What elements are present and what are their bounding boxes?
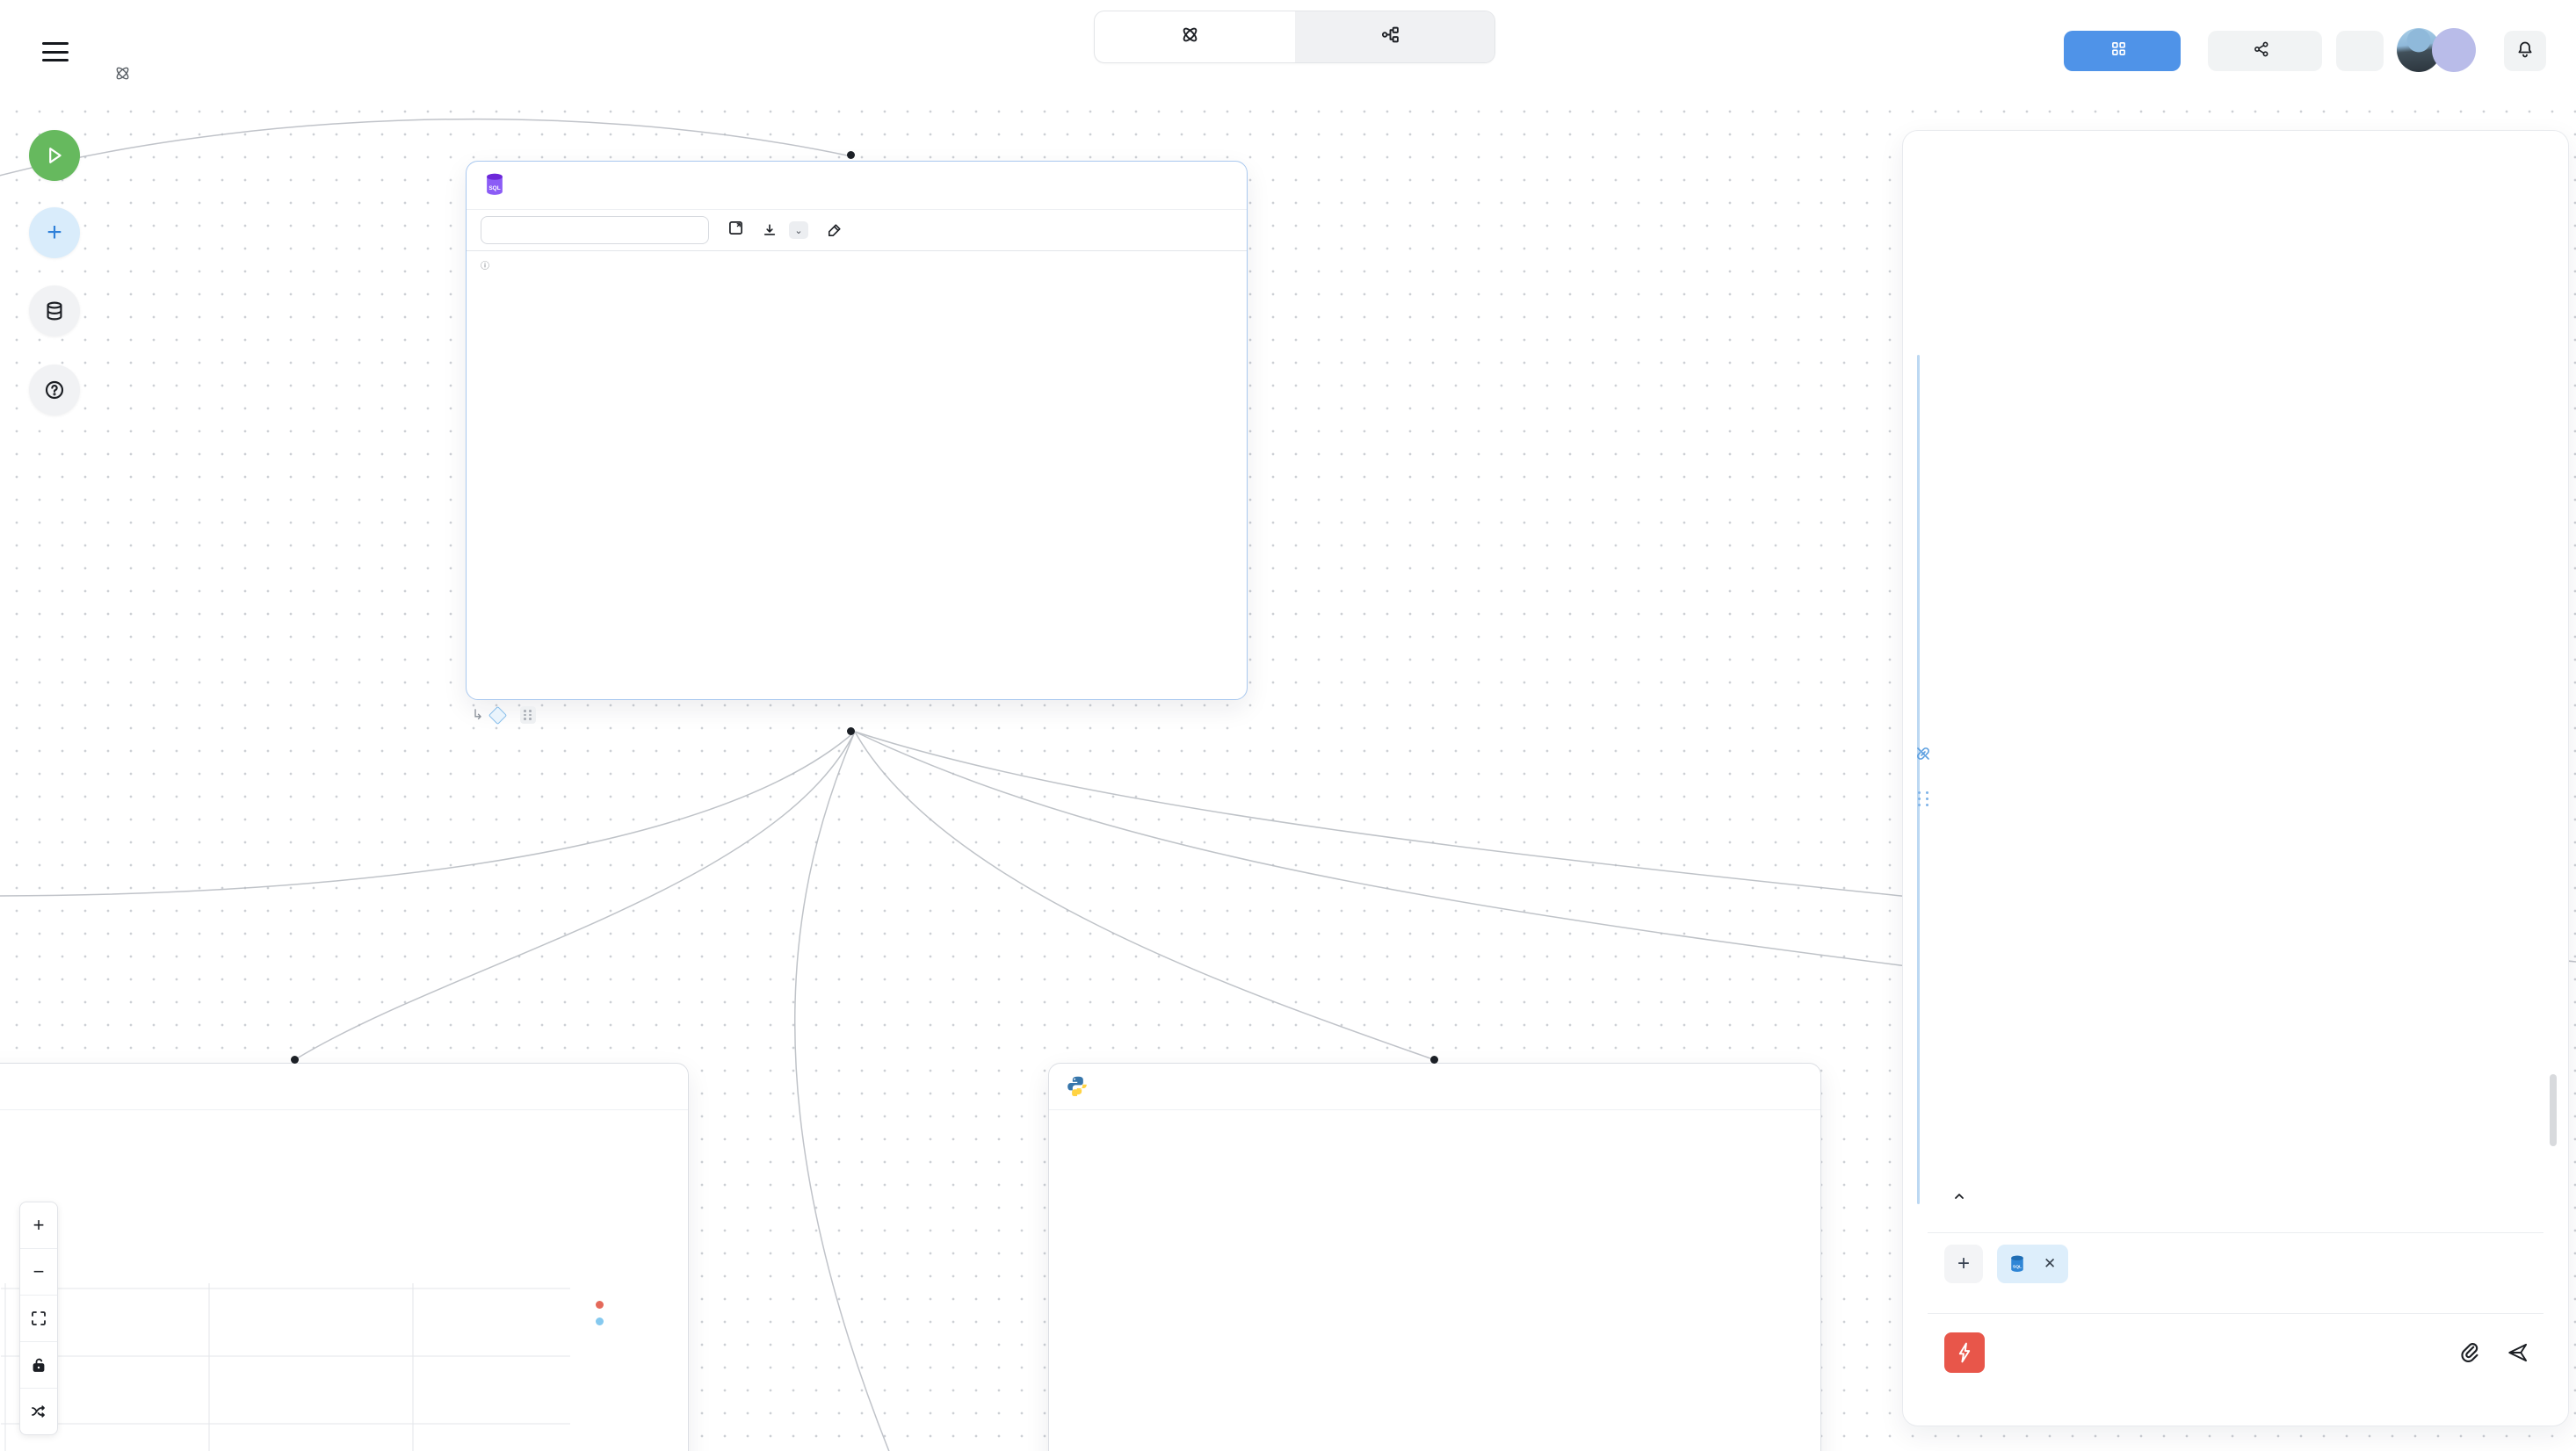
fabi-logo [1944, 1332, 1985, 1373]
node-campaign-roi[interactable] [0, 1063, 689, 1451]
add-node-button[interactable]: + [29, 207, 80, 258]
shuffle-icon [31, 1404, 47, 1419]
avatar[interactable] [2432, 28, 2476, 72]
shuffle-layout-button[interactable] [20, 1389, 57, 1434]
ai-chat-panel: + SQL ✕ [1902, 130, 2569, 1426]
fullscreen-icon [31, 1310, 47, 1326]
drag-handle[interactable] [520, 706, 536, 724]
chevron-up-icon [1953, 1190, 1965, 1202]
attachment-icon[interactable] [2459, 1341, 2480, 1368]
send-button[interactable] [2507, 1341, 2529, 1369]
chart-legend[interactable] [571, 1290, 612, 1334]
remove-context-icon[interactable]: ✕ [2044, 1255, 2056, 1273]
output-arrow-icon: ↳ [472, 706, 483, 724]
input-connector-platform-node[interactable] [1430, 1056, 1438, 1064]
mode-toggle [1094, 11, 1495, 63]
expand-table-icon[interactable] [728, 220, 743, 240]
input-connector-cleaned-data[interactable] [847, 151, 855, 159]
dataframe-diamond-icon [488, 705, 507, 724]
export-chevron[interactable]: ⌄ [789, 221, 808, 239]
more-options-button[interactable] [2336, 31, 2384, 71]
export-button[interactable]: ⌄ [763, 221, 808, 239]
message-accent-bar [1917, 355, 1920, 1204]
input-connector-campaign-roi[interactable] [291, 1056, 299, 1064]
question-icon [44, 379, 65, 401]
legend-item-false[interactable] [571, 1317, 612, 1325]
atom-icon [1181, 25, 1199, 48]
node-cleaned-data[interactable]: SQL ⌄ ⓘ [466, 161, 1248, 700]
format-button[interactable] [828, 223, 848, 237]
sql-table-icon: SQL [2009, 1255, 2025, 1273]
play-icon [44, 145, 65, 166]
app-window: + SQL ⌄ [0, 0, 2576, 1451]
share-icon [2254, 41, 2269, 61]
menu-icon[interactable] [42, 42, 69, 65]
plus-icon: + [1957, 1252, 1970, 1276]
run-all-button[interactable] [29, 130, 80, 181]
sql-icon: SQL [484, 173, 505, 200]
search-table-columns-input[interactable] [481, 216, 709, 244]
data-sources-button[interactable] [29, 285, 80, 336]
python-icon [1067, 1075, 1088, 1101]
tab-smartbook[interactable] [1095, 11, 1295, 62]
context-chip-cleaned-data[interactable]: SQL ✕ [1997, 1245, 2068, 1283]
lock-button[interactable] [20, 1342, 57, 1389]
publish-button[interactable] [2064, 31, 2181, 71]
notifications-button[interactable] [2504, 31, 2546, 71]
panel-scrollbar[interactable] [2550, 1074, 2557, 1146]
canvas-zoom-toolbar: + − [19, 1202, 58, 1435]
scatter-plot[interactable] [1, 1283, 570, 1451]
tab-workflow[interactable] [1295, 11, 1495, 62]
output-connector-cleaned-data[interactable] [847, 727, 855, 735]
publish-grid-icon [2111, 41, 2126, 61]
svg-text:SQL: SQL [488, 185, 500, 191]
svg-text:SQL: SQL [2013, 1265, 2022, 1270]
zoom-in-button[interactable]: + [20, 1202, 57, 1249]
legend-dot-true [596, 1301, 604, 1309]
top-header [0, 0, 2576, 95]
add-context-button[interactable]: + [1944, 1245, 1983, 1283]
smartbook-atom-icon [114, 65, 131, 86]
unlock-icon [31, 1357, 47, 1373]
plus-icon: + [33, 1214, 45, 1237]
record-count: ⓘ [481, 258, 489, 278]
dataframe2-output-chip[interactable]: ↳ [472, 706, 536, 724]
python-code-editor[interactable] [1049, 1110, 1820, 1117]
legend-item-true[interactable] [571, 1301, 612, 1309]
legend-dot-false [596, 1317, 604, 1325]
fit-view-button[interactable] [20, 1296, 57, 1342]
unlink-icon[interactable] [1915, 746, 1931, 767]
database-icon [44, 300, 65, 321]
download-icon [763, 223, 777, 237]
workflow-graph-icon [1381, 25, 1400, 48]
help-button[interactable] [29, 365, 80, 415]
bell-icon [2516, 40, 2534, 62]
model-selector[interactable] [1944, 1190, 1965, 1202]
node-platform-performance-comparison[interactable] [1048, 1063, 1821, 1451]
share-button[interactable] [2208, 31, 2322, 71]
message-drag-handle[interactable] [1918, 791, 1930, 806]
plus-icon: + [47, 218, 62, 248]
zoom-out-button[interactable]: − [20, 1249, 57, 1296]
minus-icon: − [33, 1260, 45, 1283]
format-icon [828, 223, 842, 237]
